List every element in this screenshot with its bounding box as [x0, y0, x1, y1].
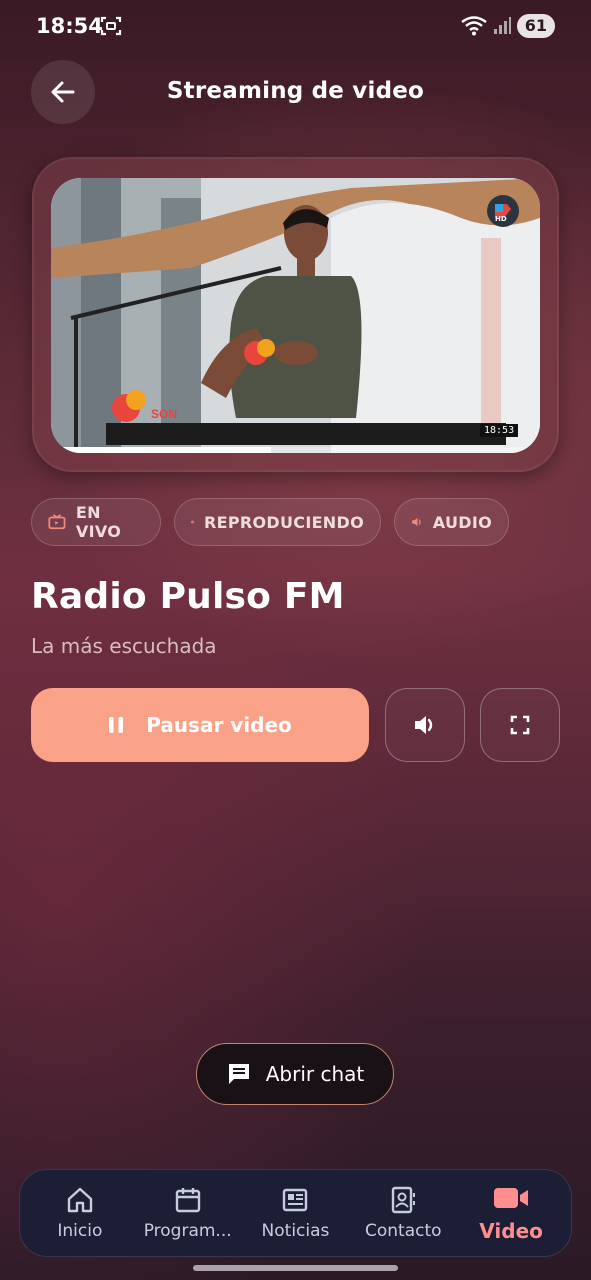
- nav-item-video[interactable]: Video: [459, 1183, 564, 1243]
- nav-label-video: Video: [479, 1219, 543, 1243]
- fullscreen-button[interactable]: [480, 688, 560, 762]
- pause-video-label: Pausar video: [146, 713, 292, 737]
- pause-icon: [109, 717, 124, 733]
- home-icon: [67, 1187, 93, 1213]
- home-indicator: [193, 1265, 398, 1271]
- svg-text:SON: SON: [151, 407, 177, 421]
- signal-icon: [493, 17, 511, 34]
- newspaper-icon: [283, 1188, 308, 1212]
- video-player[interactable]: SON HD 18:53: [51, 178, 540, 453]
- video-progress-fill: [51, 447, 272, 453]
- video-timestamp: 18:53: [480, 424, 519, 437]
- volume-icon: [415, 716, 433, 734]
- wifi-icon: [461, 16, 487, 36]
- chip-audio-label: AUDIO: [432, 512, 492, 532]
- screenshot-icon: [100, 16, 122, 36]
- nav-label-inicio: Inicio: [57, 1221, 103, 1241]
- channel-logo: HD: [487, 195, 519, 227]
- chip-playing: REPRODUCIENDO: [174, 498, 381, 546]
- channel-badge-text: HD: [495, 215, 507, 223]
- chip-playing-label: REPRODUCIENDO: [204, 512, 364, 532]
- bottom-navigation: Inicio Program... Noticias Contacto Vide…: [19, 1169, 572, 1257]
- open-chat-button[interactable]: Abrir chat: [196, 1043, 394, 1105]
- nav-item-noticias[interactable]: Noticias: [243, 1185, 348, 1241]
- station-name: Radio Pulso FM: [31, 576, 345, 617]
- nav-label-noticias: Noticias: [261, 1221, 330, 1241]
- open-chat-label: Abrir chat: [265, 1062, 365, 1086]
- nav-item-contacto[interactable]: Contacto: [351, 1185, 456, 1241]
- video-progress-track[interactable]: [51, 447, 540, 453]
- calendar-icon: [175, 1188, 200, 1213]
- chip-live-label: EN VIVO: [75, 503, 122, 541]
- video-frame-image: SON: [51, 178, 540, 453]
- nav-item-inicio[interactable]: Inicio: [27, 1185, 132, 1241]
- page-title: Streaming de video: [166, 78, 425, 104]
- battery-level: 61: [516, 14, 555, 38]
- chip-live: EN VIVO: [31, 498, 161, 546]
- pause-video-button[interactable]: Pausar video: [31, 688, 369, 762]
- volume-button[interactable]: [385, 688, 465, 762]
- station-tagline: La más escuchada: [31, 634, 217, 658]
- video-camera-icon: [494, 1188, 529, 1208]
- chip-audio: AUDIO: [394, 498, 509, 546]
- fullscreen-icon: [510, 715, 530, 735]
- nav-item-programacion[interactable]: Program...: [135, 1185, 240, 1241]
- status-icons: 61: [461, 14, 555, 38]
- chat-icon: [228, 1064, 249, 1084]
- status-bar: 18:54 61: [0, 0, 591, 54]
- status-time: 18:54: [36, 14, 103, 38]
- nav-label-contacto: Contacto: [365, 1221, 442, 1241]
- tv-icon: [48, 514, 66, 530]
- speaker-icon: [412, 517, 421, 527]
- play-circle-icon: [191, 520, 194, 524]
- contact-card-icon: [392, 1186, 416, 1214]
- nav-label-programacion: Program...: [143, 1221, 232, 1241]
